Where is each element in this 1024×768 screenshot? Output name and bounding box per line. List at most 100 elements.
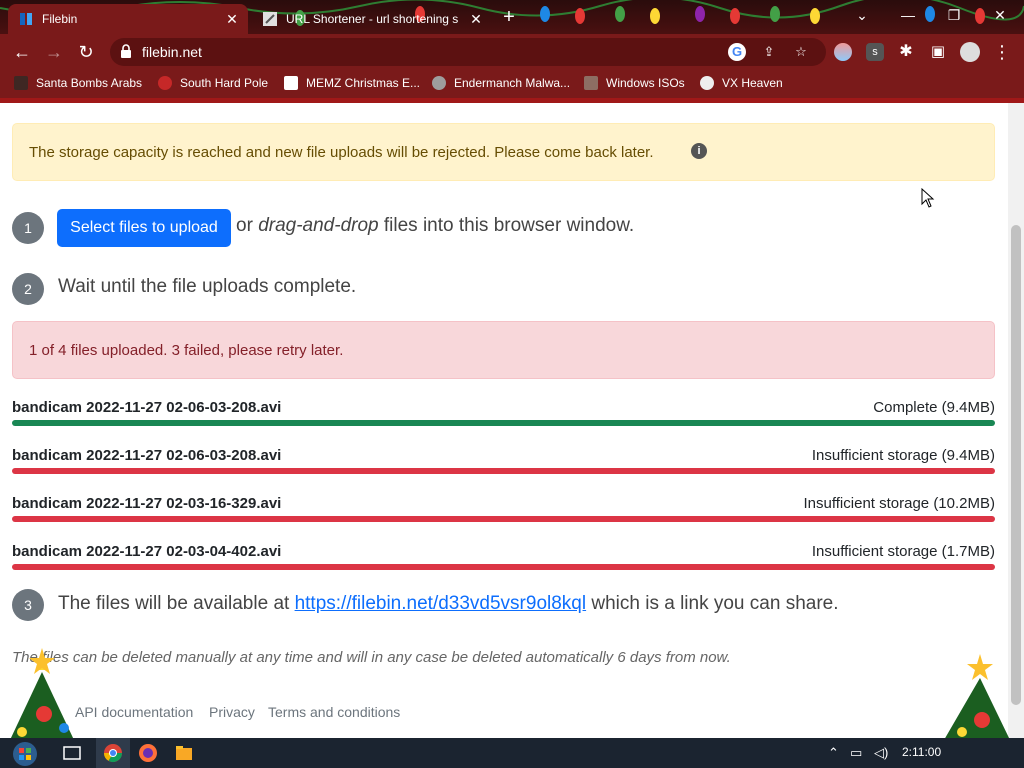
file-row: bandicam 2022-11-27 02-03-16-329.avi Ins… [12, 495, 995, 522]
url-text: filebin.net [142, 44, 202, 60]
progress-bar-failed [12, 468, 995, 474]
step1-dnd: drag-and-drop [258, 215, 379, 236]
deletion-note: The files can be deleted manually at any… [12, 649, 731, 666]
step1-instructions: or drag-and-drop files into this browser… [236, 215, 634, 237]
bookmark-label: MEMZ Christmas E... [306, 76, 421, 90]
scrollbar-thumb[interactable] [1011, 225, 1021, 705]
file-status: Complete (9.4MB) [873, 399, 995, 416]
share-link[interactable]: https://filebin.net/d33vd5vsr9ol8kql [295, 593, 587, 614]
file-explorer-taskbar-icon[interactable] [174, 743, 194, 763]
christmas-tree-right-decoration [944, 654, 1010, 740]
share-icon[interactable]: ⇪ [760, 43, 778, 61]
tab-search-chevron-icon[interactable]: ⌄ [842, 4, 882, 26]
new-tab-icon[interactable]: + [498, 6, 520, 28]
forward-arrow-icon[interactable]: → [42, 40, 66, 64]
side-panel-icon[interactable]: ▣ [926, 40, 950, 64]
endermanch-icon [432, 76, 446, 90]
file-status: Insufficient storage (1.7MB) [811, 543, 995, 560]
address-bar[interactable]: filebin.net G ⇪ ☆ [110, 38, 826, 66]
google-icon[interactable]: G [728, 43, 746, 61]
bookmark-label: Windows ISOs [606, 76, 685, 90]
tab-title: URL Shortener - url shortening s [286, 12, 459, 26]
step2-text: Wait until the file uploads complete. [58, 276, 357, 297]
bookmark-label: Santa Bombs Arabs [36, 76, 143, 90]
vx-heaven-icon [700, 76, 714, 90]
step1-rest: files into this browser window. [383, 215, 635, 236]
bookmark-item[interactable]: Endermanch Malwa... [432, 76, 570, 90]
footer-api-link[interactable]: API documentation [75, 704, 193, 720]
file-name: bandicam 2022-11-27 02-06-03-208.avi [12, 447, 282, 464]
info-icon[interactable]: i [691, 143, 707, 159]
minimize-icon[interactable]: — [888, 4, 928, 26]
task-view-icon[interactable] [62, 743, 82, 763]
footer-terms-link[interactable]: Terms and conditions [268, 704, 400, 720]
volume-icon[interactable]: ◁) [874, 745, 888, 761]
file-name: bandicam 2022-11-27 02-03-16-329.avi [12, 495, 282, 512]
start-button-icon[interactable] [12, 741, 38, 767]
back-arrow-icon[interactable]: ← [10, 40, 34, 64]
file-row: bandicam 2022-11-27 02-06-03-208.avi Ins… [12, 447, 995, 474]
bookmark-label: VX Heaven [722, 76, 783, 90]
bookmark-star-icon[interactable]: ☆ [792, 43, 810, 61]
restore-icon[interactable]: ❐ [934, 4, 974, 26]
url-shortener-favicon-icon [263, 12, 277, 26]
tab-filebin[interactable]: Filebin ✕ [8, 4, 248, 34]
reload-icon[interactable]: ↻ [74, 40, 98, 64]
christmas-tree-left-decoration [10, 648, 74, 740]
menu-kebab-icon[interactable]: ⋮ [990, 40, 1014, 64]
close-tab-icon[interactable]: ✕ [466, 11, 486, 28]
file-name: bandicam 2022-11-27 02-03-04-402.avi [12, 543, 282, 560]
page-content: The storage capacity is reached and new … [0, 103, 1008, 738]
filebin-favicon-icon [20, 13, 32, 25]
extension-s-icon[interactable]: s [866, 43, 884, 61]
chrome-taskbar-icon[interactable] [103, 743, 123, 763]
progress-bar-failed [12, 564, 995, 570]
bookmark-item[interactable]: Windows ISOs [584, 76, 685, 90]
progress-bar-failed [12, 516, 995, 522]
star-badge-icon [158, 76, 172, 90]
browser-toolbar: ← → ↻ filebin.net G ⇪ ☆ s ✱ ▣ ⋮ [0, 34, 1024, 70]
select-files-button[interactable]: Select files to upload [57, 209, 231, 247]
step-number-2: 2 [12, 273, 44, 305]
mouse-cursor-icon [921, 188, 935, 208]
storage-warning-text: The storage capacity is reached and new … [29, 144, 654, 161]
upload-failed-alert: 1 of 4 files uploaded. 3 failed, please … [12, 321, 995, 379]
footer-privacy-link[interactable]: Privacy [209, 704, 255, 720]
share-text: The files will be available at https://f… [58, 593, 839, 615]
bookmark-item[interactable]: South Hard Pole [158, 76, 268, 90]
tab-title: Filebin [42, 12, 78, 26]
tab-url-shortener[interactable]: URL Shortener - url shortening s ✕ [252, 4, 492, 34]
firefox-taskbar-icon[interactable] [138, 743, 158, 763]
file-row: bandicam 2022-11-27 02-06-03-208.avi Com… [12, 399, 995, 426]
upload-failed-text: 1 of 4 files uploaded. 3 failed, please … [29, 342, 344, 359]
progress-bar-complete [12, 420, 995, 426]
taskbar-clock[interactable]: 2:11:00 [902, 745, 941, 759]
file-status: Insufficient storage (9.4MB) [811, 447, 995, 464]
step-number-3: 3 [12, 589, 44, 621]
extension-flag-icon[interactable] [834, 43, 852, 61]
close-window-icon[interactable]: ✕ [980, 4, 1020, 26]
step1-or: or [236, 215, 253, 236]
share-prefix: The files will be available at [58, 593, 290, 614]
file-status: Insufficient storage (10.2MB) [803, 495, 995, 512]
bookmark-item[interactable]: VX Heaven [700, 76, 783, 90]
santa-icon [14, 76, 28, 90]
network-icon[interactable]: ▭ [850, 745, 862, 761]
extensions-puzzle-icon[interactable]: ✱ [894, 40, 918, 64]
file-row: bandicam 2022-11-27 02-03-04-402.avi Ins… [12, 543, 995, 570]
bookmark-label: South Hard Pole [180, 76, 269, 90]
lock-icon [121, 44, 131, 58]
bookmark-label: Endermanch Malwa... [454, 76, 571, 90]
bookmark-item[interactable]: MEMZ Christmas E... [284, 76, 420, 90]
windows-taskbar: ⌃ ▭ ◁) 2:11:00 [0, 738, 1024, 768]
memz-icon [284, 76, 298, 90]
windows-isos-icon [584, 76, 598, 90]
storage-warning-alert: The storage capacity is reached and new … [12, 123, 995, 181]
close-tab-icon[interactable]: ✕ [222, 11, 242, 28]
file-name: bandicam 2022-11-27 02-06-03-208.avi [12, 399, 282, 416]
share-suffix: which is a link you can share. [591, 593, 839, 614]
tray-chevron-icon[interactable]: ⌃ [828, 745, 839, 761]
profile-avatar-icon[interactable] [960, 42, 980, 62]
bookmark-item[interactable]: Santa Bombs Arabs [14, 76, 142, 90]
bookmarks-bar: Santa Bombs Arabs South Hard Pole MEMZ C… [0, 70, 1024, 98]
